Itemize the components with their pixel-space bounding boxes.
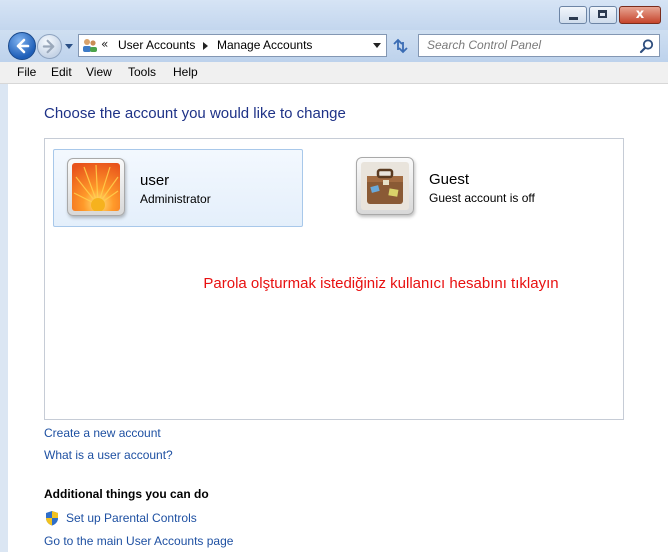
caption-buttons: x bbox=[557, 6, 661, 25]
additional-things-heading: Additional things you can do bbox=[44, 487, 209, 501]
menu-edit[interactable]: Edit bbox=[51, 65, 72, 79]
title-bar: x bbox=[0, 0, 668, 30]
main-content: Choose the account you would like to cha… bbox=[8, 84, 668, 552]
menu-help[interactable]: Help bbox=[173, 65, 198, 79]
breadcrumb-manage-accounts[interactable]: Manage Accounts bbox=[217, 38, 312, 52]
avatar bbox=[67, 158, 125, 216]
main-user-accounts-page-link[interactable]: Go to the main User Accounts page bbox=[44, 534, 233, 548]
refresh-icon[interactable] bbox=[389, 35, 411, 57]
control-panel-users-icon bbox=[83, 39, 97, 52]
menu-file[interactable]: File bbox=[17, 65, 36, 79]
maximize-icon bbox=[598, 10, 607, 18]
forward-arrow-icon bbox=[42, 39, 55, 54]
suitcase-avatar-icon bbox=[361, 162, 409, 210]
instruction-annotation: Parola olşturmak istediğiniz kullanıcı h… bbox=[203, 275, 559, 292]
shield-icon bbox=[46, 511, 58, 526]
menu-tools[interactable]: Tools bbox=[128, 65, 156, 79]
page-title: Choose the account you would like to cha… bbox=[44, 105, 346, 122]
menu-bar: File Edit View Tools Help bbox=[0, 62, 668, 84]
what-is-user-account-link[interactable]: What is a user account? bbox=[44, 448, 173, 462]
address-dropdown-icon[interactable] bbox=[373, 43, 381, 48]
parental-controls-link[interactable]: Set up Parental Controls bbox=[66, 511, 197, 525]
flower-avatar-icon bbox=[72, 163, 120, 211]
maximize-button[interactable] bbox=[589, 6, 617, 24]
account-name: Guest bbox=[429, 171, 470, 188]
minimize-icon bbox=[569, 17, 578, 20]
close-button[interactable]: x bbox=[619, 6, 661, 24]
search-icon[interactable] bbox=[639, 38, 655, 54]
close-icon: x bbox=[635, 7, 645, 22]
accounts-panel: user Administrator Guest Guest account i… bbox=[44, 138, 624, 420]
account-type: Administrator bbox=[140, 192, 211, 206]
minimize-button[interactable] bbox=[559, 6, 587, 24]
create-new-account-link[interactable]: Create a new account bbox=[44, 426, 161, 440]
account-tile-user[interactable]: user Administrator bbox=[53, 149, 303, 227]
forward-button[interactable] bbox=[37, 34, 62, 59]
address-overflow-chevron[interactable]: « bbox=[101, 37, 108, 51]
search-box[interactable]: Search Control Panel bbox=[418, 34, 660, 57]
recent-pages-chevron-down-icon[interactable] bbox=[64, 41, 74, 51]
navigation-bar: « User Accounts Manage Accounts Search C… bbox=[0, 30, 668, 62]
avatar bbox=[356, 157, 414, 215]
breadcrumb-separator-icon[interactable] bbox=[203, 42, 208, 50]
breadcrumb-user-accounts[interactable]: User Accounts bbox=[118, 38, 195, 52]
address-bar[interactable]: « User Accounts Manage Accounts bbox=[78, 34, 387, 57]
account-name: user bbox=[140, 172, 170, 189]
account-type: Guest account is off bbox=[429, 191, 535, 205]
back-button[interactable] bbox=[8, 32, 36, 60]
search-input[interactable]: Search Control Panel bbox=[427, 38, 541, 52]
account-tile-guest[interactable]: Guest Guest account is off bbox=[343, 149, 593, 227]
back-arrow-icon bbox=[16, 38, 30, 54]
menu-view[interactable]: View bbox=[86, 65, 112, 79]
